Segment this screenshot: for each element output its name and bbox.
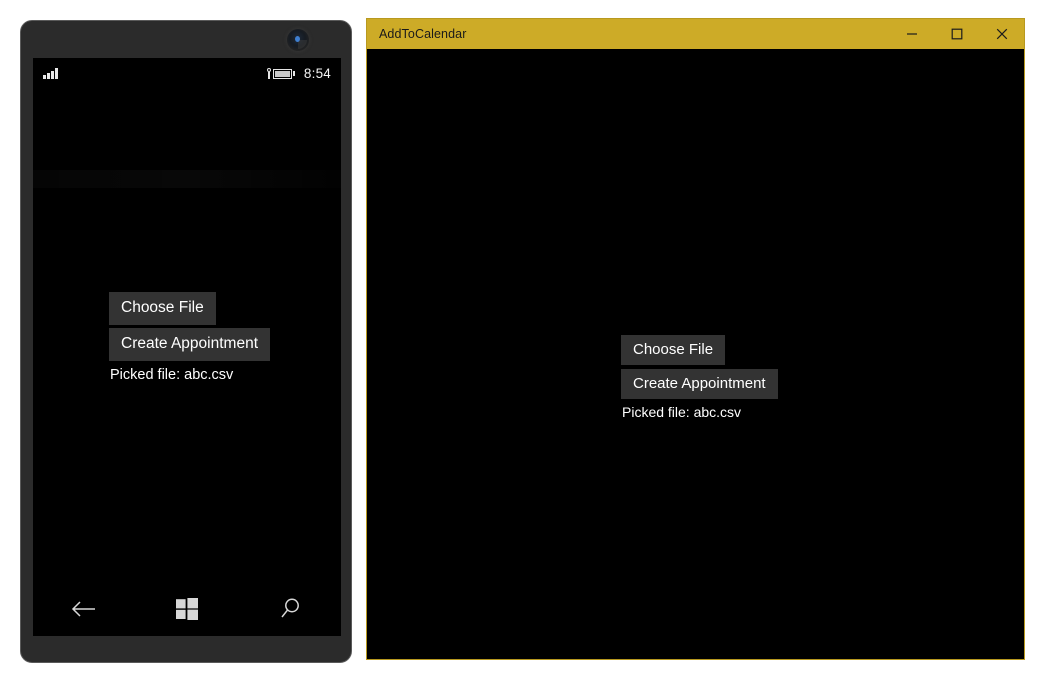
picked-file-label: Picked file: abc.csv [622, 404, 742, 420]
phone-emulator-frame: 8:54 Choose File Create Appointment Pick… [20, 20, 352, 663]
phone-status-bar: 8:54 [33, 58, 341, 89]
picked-file-label: Picked file: abc.csv [110, 367, 234, 383]
create-appointment-button[interactable]: Create Appointment [621, 369, 778, 399]
window-title: AddToCalendar [379, 27, 467, 41]
maximize-icon[interactable] [934, 19, 979, 49]
status-bar-right-group: 8:54 [266, 66, 331, 81]
windows-logo-icon[interactable] [164, 592, 210, 626]
choose-file-button[interactable]: Choose File [621, 335, 726, 365]
phone-navigation-bar [33, 582, 341, 636]
phone-screen: 8:54 Choose File Create Appointment Pick… [33, 58, 341, 636]
create-appointment-button[interactable]: Create Appointment [109, 328, 271, 361]
camera-lens-icon [287, 29, 309, 51]
desktop-app-window: AddToCalendar Choose File Create Appoint… [366, 18, 1025, 660]
desktop-app-content: Choose File Create Appointment Picked fi… [621, 335, 778, 420]
choose-file-button[interactable]: Choose File [109, 292, 216, 325]
back-arrow-icon[interactable] [61, 592, 107, 626]
battery-charging-icon [266, 68, 295, 79]
window-controls [889, 19, 1024, 49]
app-header-band [33, 170, 341, 188]
phone-top-bezel [21, 21, 351, 58]
phone-app-content: Choose File Create Appointment Picked fi… [109, 292, 271, 383]
window-content-area: Choose File Create Appointment Picked fi… [367, 49, 1024, 659]
search-icon[interactable] [267, 592, 313, 626]
minimize-icon[interactable] [889, 19, 934, 49]
window-title-bar[interactable]: AddToCalendar [367, 19, 1024, 49]
close-icon[interactable] [979, 19, 1024, 49]
status-bar-clock: 8:54 [303, 66, 331, 81]
signal-bars-icon [43, 68, 58, 79]
